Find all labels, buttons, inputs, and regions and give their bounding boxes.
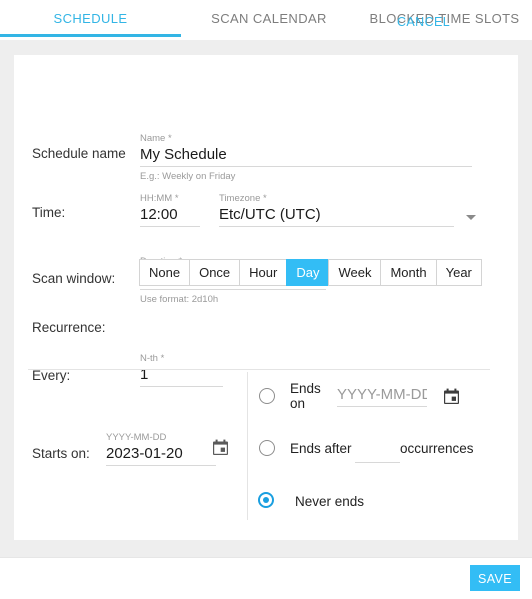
timezone-field-label: Timezone * xyxy=(219,193,267,204)
recurrence-option-day[interactable]: Day xyxy=(286,259,329,286)
recurrence-option-once[interactable]: Once xyxy=(189,259,240,286)
recurrence-button-group: None Once Hour Day Week Month Year xyxy=(139,259,482,286)
radio-ends-on[interactable] xyxy=(259,388,275,404)
schedule-name-input[interactable]: My Schedule xyxy=(140,145,472,167)
schedule-name-hint: E.g.: Weekly on Friday xyxy=(140,171,236,182)
save-button[interactable]: SAVE xyxy=(470,565,520,591)
schedule-name-row-label: Schedule name xyxy=(32,146,126,161)
section-divider-vertical xyxy=(247,372,248,520)
every-row-label: Every: xyxy=(32,368,71,383)
radio-ends-after-label: Ends after xyxy=(290,441,352,456)
calendar-icon-ends-on[interactable] xyxy=(443,388,460,405)
tab-scan-calendar[interactable]: SCAN CALENDAR xyxy=(181,0,357,37)
radio-ends-on-label: Ends on xyxy=(290,381,330,411)
cancel-button[interactable]: CANCEL xyxy=(391,10,456,32)
recurrence-row-label: Recurrence: xyxy=(32,320,106,335)
radio-ends-after[interactable] xyxy=(259,440,275,456)
recurrence-option-none[interactable]: None xyxy=(139,259,190,286)
every-field-label: N-th * xyxy=(140,353,165,364)
chevron-down-icon[interactable] xyxy=(466,215,476,220)
schedule-form-card: Schedule name Name * My Schedule E.g.: W… xyxy=(14,55,518,540)
time-hhmm-input[interactable]: 12:00 xyxy=(140,205,200,227)
starts-on-field: YYYY-MM-DD 2023-01-20 xyxy=(106,432,216,466)
timezone-field: Timezone * Etc/UTC (UTC) xyxy=(219,193,454,227)
ends-on-date-input[interactable]: YYYY-MM-DD xyxy=(337,385,427,407)
time-row-label: Time: xyxy=(32,205,66,220)
section-divider-horizontal xyxy=(28,369,490,370)
scan-window-hint: Use format: 2d10h xyxy=(140,294,219,305)
starts-on-field-label: YYYY-MM-DD xyxy=(106,432,167,443)
ends-after-count-field xyxy=(355,441,400,463)
recurrence-option-year[interactable]: Year xyxy=(435,259,482,286)
recurrence-option-month[interactable]: Month xyxy=(380,259,436,286)
ends-after-suffix-label: occurrences xyxy=(400,441,474,456)
scan-window-row-label: Scan window: xyxy=(32,271,116,286)
tab-bar-gap xyxy=(0,40,532,55)
ends-after-count-input[interactable] xyxy=(355,441,400,463)
radio-ends-on-label-line2: on xyxy=(290,396,306,411)
timezone-select[interactable]: Etc/UTC (UTC) xyxy=(219,205,454,227)
ends-on-date-field: YYYY-MM-DD xyxy=(337,385,427,407)
recurrence-option-hour[interactable]: Hour xyxy=(239,259,287,286)
radio-never-ends-label: Never ends xyxy=(295,494,365,509)
time-hhmm-field: HH:MM * 12:00 xyxy=(140,193,200,227)
every-field: N-th * 1 xyxy=(140,353,223,387)
radio-ends-on-label-line1: Ends xyxy=(290,381,321,396)
schedule-name-field: Name * My Schedule E.g.: Weekly on Frida… xyxy=(140,133,472,184)
radio-never-ends[interactable] xyxy=(258,492,274,508)
time-hhmm-field-label: HH:MM * xyxy=(140,193,179,204)
schedule-name-field-label: Name * xyxy=(140,133,172,144)
footer-bar xyxy=(0,557,532,599)
recurrence-option-week[interactable]: Week xyxy=(328,259,381,286)
starts-on-row-label: Starts on: xyxy=(32,446,90,461)
calendar-icon[interactable] xyxy=(212,439,229,456)
starts-on-date-input[interactable]: 2023-01-20 xyxy=(106,444,216,466)
tab-schedule[interactable]: SCHEDULE xyxy=(0,0,181,37)
